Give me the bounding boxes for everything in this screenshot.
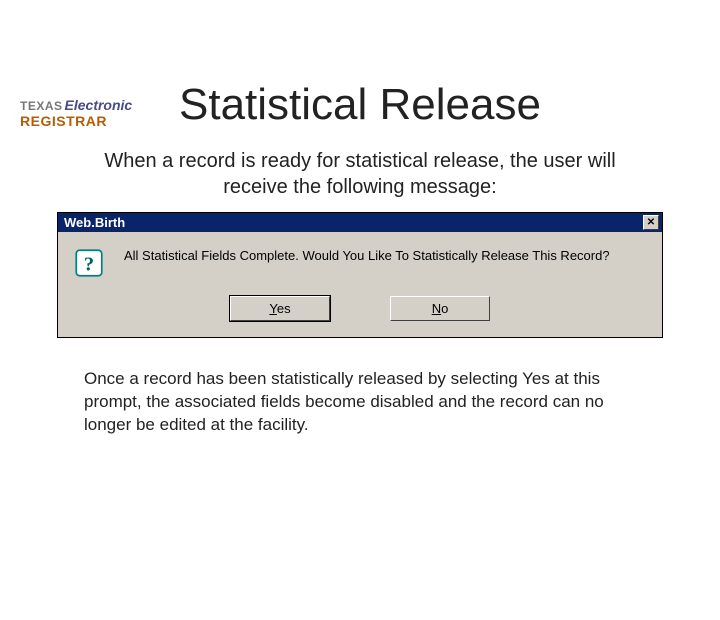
brand-logo: TEXASElectronic REGISTRAR bbox=[20, 98, 132, 128]
yes-rest: es bbox=[277, 301, 291, 316]
close-button[interactable]: ✕ bbox=[643, 215, 659, 230]
yes-mnemonic: Y bbox=[269, 301, 276, 316]
outro-text: Once a record has been statistically rel… bbox=[84, 368, 636, 437]
message-dialog: Web.Birth ✕ ? All Statistical Fields Com… bbox=[57, 212, 663, 338]
dialog-message: All Statistical Fields Complete. Would Y… bbox=[124, 246, 610, 265]
logo-registrar: REGISTRAR bbox=[20, 114, 132, 128]
dialog-title: Web.Birth bbox=[64, 215, 125, 230]
intro-text: When a record is ready for statistical r… bbox=[80, 148, 640, 200]
yes-button[interactable]: Yes bbox=[230, 296, 330, 321]
question-icon: ? bbox=[72, 246, 106, 280]
dialog-titlebar: Web.Birth ✕ bbox=[58, 213, 662, 232]
no-rest: o bbox=[441, 301, 448, 316]
no-mnemonic: N bbox=[432, 301, 441, 316]
logo-electronic: Electronic bbox=[65, 97, 133, 113]
dialog-button-row: Yes No bbox=[58, 286, 662, 337]
logo-texas: TEXAS bbox=[20, 99, 63, 113]
close-icon: ✕ bbox=[647, 218, 655, 228]
dialog-body: ? All Statistical Fields Complete. Would… bbox=[58, 232, 662, 286]
svg-text:?: ? bbox=[84, 254, 94, 276]
no-button[interactable]: No bbox=[390, 296, 490, 321]
